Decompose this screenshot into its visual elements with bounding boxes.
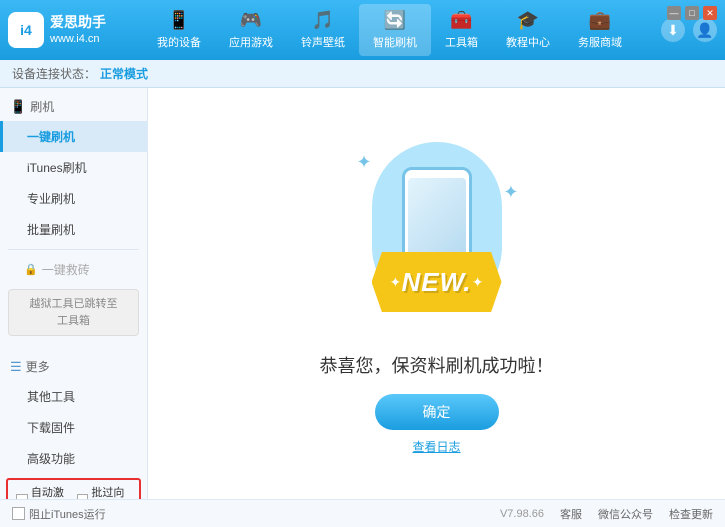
footer-check-update[interactable]: 检查更新 [669, 506, 713, 522]
flash-section-header: 📱 刷机 [0, 92, 147, 121]
sidebar-item-download-firmware[interactable]: 下载固件 [0, 412, 147, 443]
status-value: 正常模式 [100, 65, 148, 82]
nav-tab-toolbox-label: 工具箱 [445, 34, 478, 50]
main-content: ✦ ✦ ✦ NEW. ✦ 恭喜您，保资料刷机成功啦！ 确定 查看日志 [148, 88, 725, 499]
nav-tab-tutorial-label: 教程中心 [506, 34, 550, 50]
one-key-rescue-label: 一键救砖 [42, 261, 90, 278]
sidebar-item-batch-flash[interactable]: 批量刷机 [0, 214, 147, 245]
tutorial-icon: 🎓 [517, 10, 539, 31]
more-section-header: ☰ 更多 [0, 352, 147, 381]
success-message: 恭喜您，保资料刷机成功啦！ [320, 352, 554, 378]
brand-name: 爱思助手 [50, 13, 106, 33]
app-header: i4 爱思助手 www.i4.cn 📱 我的设备 🎮 应用游戏 🎵 铃声壁纸 🔄… [0, 0, 725, 60]
toolbox-icon: 🧰 [450, 10, 472, 31]
footer-customer-service[interactable]: 客服 [560, 506, 582, 522]
log-link[interactable]: 查看日志 [412, 438, 460, 455]
footer-right: V7.98.66 客服 微信公众号 检查更新 [500, 506, 713, 522]
stop-itunes-label: 阻止iTunes运行 [29, 506, 106, 522]
nav-tab-toolbox[interactable]: 🧰 工具箱 [431, 4, 492, 56]
more-section: ☰ 更多 其他工具 下载固件 高级功能 [0, 352, 147, 474]
apps-games-icon: 🎮 [240, 10, 262, 31]
sparkle-icon-2: ✦ [503, 182, 518, 203]
batch-flash-label: 批量刷机 [27, 223, 75, 237]
sidebar-divider-1 [8, 249, 139, 250]
my-device-icon: 📱 [168, 10, 190, 31]
minimize-button[interactable]: — [667, 6, 681, 20]
guide-import-checkbox-box[interactable] [77, 494, 89, 500]
new-badge-text: NEW. [402, 267, 472, 298]
nav-tab-smart-flash-label: 智能刷机 [373, 34, 417, 50]
nav-tab-smart-flash[interactable]: 🔄 智能刷机 [359, 4, 431, 56]
sidebar-item-pro-flash[interactable]: 专业刷机 [0, 183, 147, 214]
nav-tab-apps-games[interactable]: 🎮 应用游戏 [215, 4, 287, 56]
advanced-label: 高级功能 [27, 452, 75, 466]
footer-wechat-official[interactable]: 微信公众号 [598, 506, 653, 522]
jailbreak-notice-text: 越狱工具已跳转至工具箱 [30, 298, 118, 327]
guide-import-checkbox[interactable]: 批过向导 [77, 484, 132, 499]
logo-area: i4 爱思助手 www.i4.cn [8, 12, 118, 48]
window-controls: — □ ✕ [667, 6, 717, 20]
jailbreak-notice: 越狱工具已跳转至工具箱 [8, 289, 139, 336]
brand-url: www.i4.cn [50, 32, 106, 47]
nav-tab-apps-games-label: 应用游戏 [229, 34, 273, 50]
guide-import-label: 批过向导 [91, 484, 131, 499]
auto-activate-label: 自动激活 [31, 484, 71, 499]
nav-tab-my-device-label: 我的设备 [157, 34, 201, 50]
ringtones-icon: 🎵 [312, 10, 334, 31]
more-section-icon: ☰ [10, 359, 22, 375]
footer-left: 阻止iTunes运行 [12, 506, 106, 522]
download-firmware-label: 下载固件 [27, 421, 75, 435]
download-button[interactable]: ⬇ [661, 18, 685, 42]
nav-tab-my-device[interactable]: 📱 我的设备 [143, 4, 215, 56]
header-right: ⬇ 👤 [661, 18, 717, 42]
close-button[interactable]: ✕ [703, 6, 717, 20]
status-bar: 设备连接状态： 正常模式 [0, 60, 725, 88]
one-key-flash-label: 一键刷机 [27, 130, 75, 144]
logo-text: 爱思助手 www.i4.cn [50, 13, 106, 48]
flash-section-icon: 📱 [10, 99, 26, 115]
nav-tab-service[interactable]: 💼 务服商域 [564, 4, 636, 56]
version-label: V7.98.66 [500, 508, 544, 520]
main-layout: 📱 刷机 一键刷机 iTunes刷机 专业刷机 批量刷机 🔒 一键救砖 越狱工具… [0, 88, 725, 499]
nav-tabs: 📱 我的设备 🎮 应用游戏 🎵 铃声壁纸 🔄 智能刷机 🧰 工具箱 🎓 教程中心… [118, 4, 661, 56]
flash-section: 📱 刷机 一键刷机 iTunes刷机 专业刷机 批量刷机 🔒 一键救砖 越狱工具… [0, 92, 147, 340]
footer: 阻止iTunes运行 V7.98.66 客服 微信公众号 检查更新 [0, 499, 725, 527]
confirm-button[interactable]: 确定 [375, 394, 499, 430]
sparkle-icon-1: ✦ [357, 152, 372, 173]
stop-itunes-checkbox[interactable] [12, 507, 25, 520]
nav-tab-ringtones[interactable]: 🎵 铃声壁纸 [287, 4, 359, 56]
service-icon: 💼 [589, 10, 611, 31]
auto-check-row: 自动激活 批过向导 [6, 478, 141, 499]
sidebar-item-one-key-flash[interactable]: 一键刷机 [0, 121, 147, 152]
sidebar-item-one-key-rescue: 🔒 一键救砖 [0, 254, 147, 285]
maximize-button[interactable]: □ [685, 6, 699, 20]
nav-tab-ringtones-label: 铃声壁纸 [301, 34, 345, 50]
user-button[interactable]: 👤 [693, 18, 717, 42]
sidebar-item-other-tools[interactable]: 其他工具 [0, 381, 147, 412]
nav-tab-service-label: 务服商域 [578, 34, 622, 50]
logo-icon: i4 [8, 12, 44, 48]
sidebar-item-advanced[interactable]: 高级功能 [0, 443, 147, 474]
status-label: 设备连接状态： [12, 65, 96, 82]
auto-activate-checkbox[interactable]: 自动激活 [16, 484, 71, 499]
flash-section-label: 刷机 [30, 98, 54, 115]
sidebar-item-itunes-flash[interactable]: iTunes刷机 [0, 152, 147, 183]
more-section-label: 更多 [26, 358, 50, 375]
sidebar: 📱 刷机 一键刷机 iTunes刷机 专业刷机 批量刷机 🔒 一键救砖 越狱工具… [0, 88, 148, 499]
other-tools-label: 其他工具 [27, 390, 75, 404]
success-illustration: ✦ ✦ ✦ NEW. ✦ [347, 132, 527, 332]
itunes-flash-label: iTunes刷机 [27, 161, 87, 175]
nav-tab-tutorial[interactable]: 🎓 教程中心 [492, 4, 564, 56]
smart-flash-icon: 🔄 [384, 10, 406, 31]
auto-activate-checkbox-box[interactable] [16, 494, 28, 500]
star-left-icon: ✦ [390, 274, 402, 291]
star-right-icon: ✦ [472, 274, 484, 291]
pro-flash-label: 专业刷机 [27, 192, 75, 206]
lock-icon: 🔒 [24, 263, 38, 276]
new-ribbon: ✦ NEW. ✦ [372, 252, 502, 312]
